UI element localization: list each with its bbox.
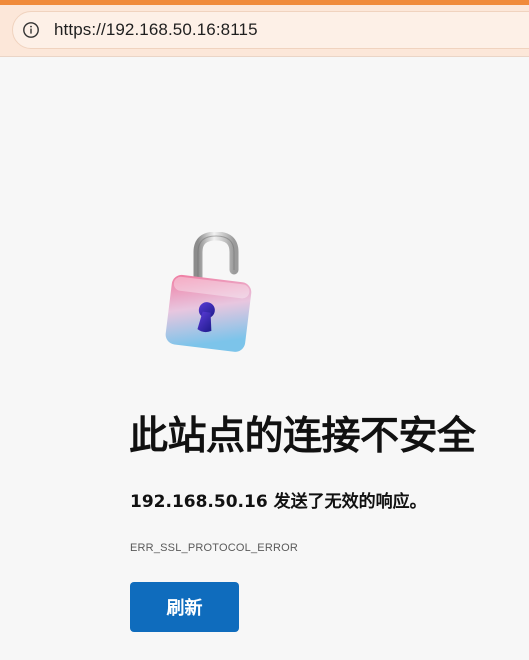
address-bar[interactable]: https://192.168.50.16:8115 [12, 11, 529, 49]
reload-button[interactable]: 刷新 [130, 582, 239, 632]
info-circle-icon[interactable] [22, 21, 40, 39]
unlocked-padlock-icon [165, 232, 252, 352]
error-page: 此站点的连接不安全 192.168.50.16 发送了无效的响应。 ERR_SS… [0, 56, 529, 660]
url-text[interactable]: https://192.168.50.16:8115 [54, 20, 258, 40]
error-message: 192.168.50.16 发送了无效的响应。 [130, 492, 427, 512]
browser-toolbar: https://192.168.50.16:8115 [0, 5, 529, 56]
error-code[interactable]: ERR_SSL_PROTOCOL_ERROR [130, 542, 298, 554]
page-title: 此站点的连接不安全 [129, 414, 476, 459]
